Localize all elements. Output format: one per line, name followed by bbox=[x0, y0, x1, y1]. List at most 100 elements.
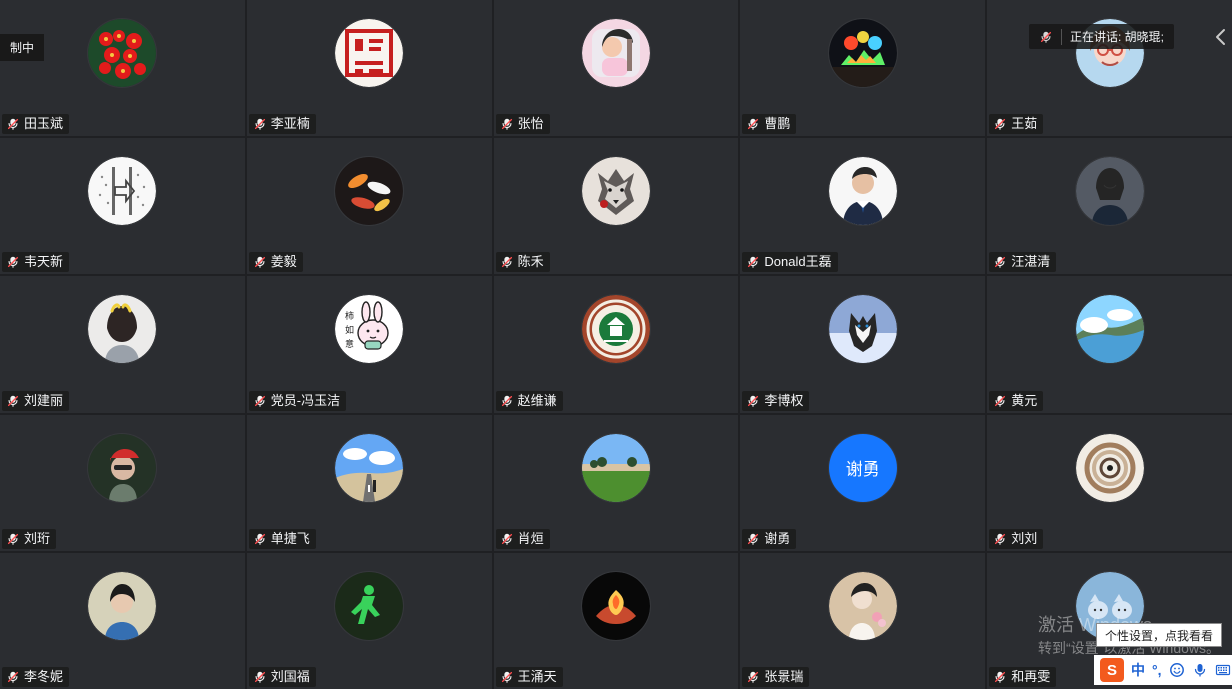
emoji-icon[interactable] bbox=[1169, 662, 1185, 678]
participant-name-badge: 党员-冯玉洁 bbox=[248, 390, 347, 411]
participant-avatar bbox=[335, 571, 404, 640]
participant-avatar bbox=[581, 295, 650, 364]
keyboard-icon[interactable] bbox=[1215, 662, 1231, 678]
participant-tile[interactable]: 肖烜 bbox=[493, 414, 739, 551]
participant-tile[interactable]: 刘建丽 bbox=[0, 276, 245, 413]
participant-name-badge: 刘珩 bbox=[2, 528, 57, 549]
participant-tile[interactable]: 李亚楠 bbox=[246, 0, 492, 137]
participant-avatar bbox=[828, 157, 897, 226]
muted-mic-icon bbox=[995, 118, 1006, 131]
participant-avatar bbox=[88, 157, 157, 226]
participant-name: 赵维谦 bbox=[517, 392, 557, 408]
participant-avatar bbox=[88, 295, 157, 364]
participant-name-badge: 赵维谦 bbox=[495, 390, 563, 411]
participant-name: 韦天新 bbox=[24, 254, 64, 270]
participant-tile[interactable]: Donald王磊 bbox=[740, 138, 986, 275]
participant-tile[interactable]: 刘珩 bbox=[0, 414, 245, 551]
participant-name: 黄元 bbox=[1011, 392, 1038, 408]
ime-mode[interactable]: 中 bbox=[1131, 660, 1145, 680]
participant-tile[interactable]: 柿 如 意 党员-冯玉洁 bbox=[246, 276, 492, 413]
participant-name: 王茹 bbox=[1011, 116, 1038, 132]
koi-avatar-image bbox=[335, 157, 404, 226]
participant-tile[interactable]: 单捷飞 bbox=[246, 414, 492, 551]
participant-tile[interactable]: 王涌天 bbox=[493, 552, 739, 689]
muted-mic-icon bbox=[995, 257, 1006, 269]
participant-name-badge: 陈禾 bbox=[495, 252, 550, 273]
participant-tile[interactable]: 刘国福 bbox=[246, 552, 492, 689]
muted-mic-icon bbox=[501, 118, 512, 131]
muted-mic-icon bbox=[501, 257, 512, 269]
muted-mic-icon bbox=[748, 671, 759, 683]
participant-name-badge: 肖烜 bbox=[495, 528, 550, 549]
participant-name-badge: 和再雯 bbox=[989, 666, 1057, 687]
participant-avatar bbox=[828, 19, 897, 87]
participant-name-badge: 单捷飞 bbox=[248, 528, 316, 549]
participant-tile[interactable]: 李博权 bbox=[740, 276, 986, 413]
participant-name-badge: 曹鹏 bbox=[742, 114, 797, 135]
speaker-divider bbox=[1060, 28, 1062, 45]
landscape-avatar-image bbox=[1075, 295, 1144, 364]
ime-toolbar[interactable]: S 中 °, bbox=[1094, 655, 1232, 685]
muted-mic-icon bbox=[7, 395, 19, 407]
seal-avatar-image bbox=[335, 19, 404, 87]
participant-name-badge: 张景瑞 bbox=[742, 666, 810, 687]
participant-name: 李冬妮 bbox=[24, 668, 64, 684]
road-avatar-image bbox=[335, 433, 404, 502]
fire-hands-avatar-image bbox=[581, 571, 650, 640]
muted-mic-icon bbox=[7, 118, 19, 131]
svg-text:柿: 柿 bbox=[345, 310, 354, 321]
participant-name: 谢勇 bbox=[764, 530, 791, 546]
participant-name-badge: Donald王磊 bbox=[742, 252, 838, 273]
participant-tile[interactable]: 姜毅 bbox=[246, 138, 492, 275]
participant-name-badge: 韦天新 bbox=[2, 252, 70, 273]
mic-icon[interactable] bbox=[1192, 662, 1208, 678]
participant-tile[interactable]: 张怡 bbox=[493, 0, 739, 137]
participant-tile[interactable]: 田玉斌 bbox=[0, 0, 245, 137]
recording-status-tag: 制中 bbox=[0, 34, 45, 61]
sogou-logo-icon: S bbox=[1100, 658, 1124, 682]
participant-tile[interactable]: 刘刘 bbox=[987, 414, 1232, 551]
muted-mic-icon bbox=[254, 257, 265, 269]
participant-tile[interactable]: 张景瑞 bbox=[740, 552, 986, 689]
active-speaker-banner: 正在讲话: 胡晓琨; bbox=[1028, 24, 1174, 49]
muted-mic-icon bbox=[995, 395, 1006, 407]
muted-mic-icon bbox=[501, 395, 512, 407]
participant-name-badge: 李亚楠 bbox=[248, 114, 316, 135]
child-avatar-image bbox=[581, 19, 650, 87]
meeting-gallery: 田玉斌 李亚楠 张怡 曹鹏 王茹 韦天新 姜毅 陈禾 Donald王磊 汪湛清 … bbox=[0, 0, 1232, 689]
participant-tile[interactable]: 曹鹏 bbox=[740, 0, 986, 137]
muted-mic-icon bbox=[254, 118, 265, 131]
participant-name-badge: 李博权 bbox=[742, 390, 810, 411]
participant-tile[interactable]: 王茹 bbox=[987, 0, 1232, 137]
muted-mic-icon bbox=[1040, 31, 1052, 43]
participant-name: 党员-冯玉洁 bbox=[270, 392, 341, 408]
bunny-sticker-avatar-image: 柿 如 意 bbox=[335, 295, 404, 364]
participant-tile[interactable]: 陈禾 bbox=[493, 138, 739, 275]
participant-name-badge: 张怡 bbox=[495, 114, 550, 135]
svg-text:如: 如 bbox=[345, 324, 354, 335]
sketch-arrow-avatar-image bbox=[88, 157, 157, 226]
participant-tile[interactable]: 谢勇 谢勇 bbox=[740, 414, 986, 551]
collapse-arrow-icon[interactable] bbox=[1212, 28, 1230, 46]
wolf-avatar-image bbox=[581, 157, 650, 226]
participant-tile[interactable]: 黄元 bbox=[987, 276, 1232, 413]
participant-name: 刘国福 bbox=[270, 668, 310, 684]
ime-punctuation[interactable]: °, bbox=[1152, 662, 1162, 678]
participant-name-badge: 汪湛清 bbox=[989, 252, 1057, 273]
participant-avatar bbox=[1075, 433, 1144, 502]
staircase-avatar-image bbox=[1075, 433, 1144, 502]
participant-avatar bbox=[1075, 157, 1144, 226]
participant-tile[interactable]: 李冬妮 bbox=[0, 552, 245, 689]
participant-avatar bbox=[88, 433, 157, 502]
participant-name: 和再雯 bbox=[1011, 668, 1051, 684]
participant-name-badge: 刘建丽 bbox=[2, 390, 70, 411]
participant-tile[interactable]: 韦天新 bbox=[0, 138, 245, 275]
participant-tile[interactable]: 赵维谦 bbox=[493, 276, 739, 413]
participant-name-badge: 王涌天 bbox=[495, 666, 563, 687]
participant-name: 姜毅 bbox=[270, 254, 297, 270]
participant-tile[interactable]: 汪湛清 bbox=[987, 138, 1232, 275]
woman-cap-avatar-image bbox=[88, 433, 157, 502]
participant-name: 刘刘 bbox=[1011, 530, 1038, 546]
muted-mic-icon bbox=[7, 533, 19, 545]
muted-mic-icon bbox=[254, 671, 265, 683]
